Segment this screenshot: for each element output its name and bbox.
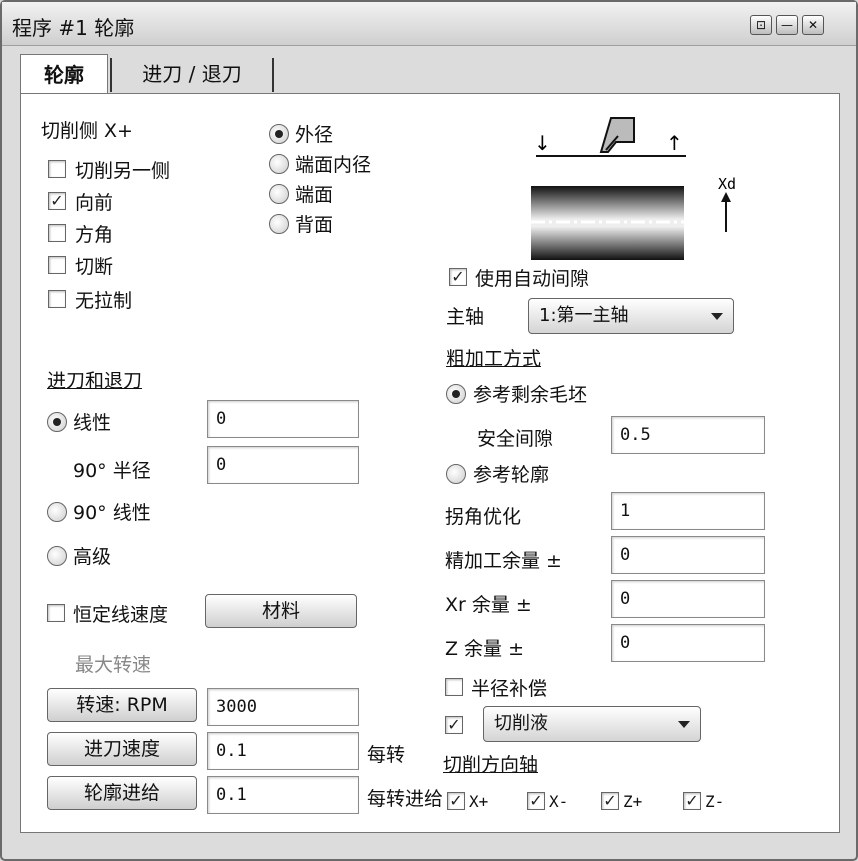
axis-xplus-label: X+ xyxy=(469,792,489,811)
face-radio[interactable] xyxy=(269,184,289,204)
axis-zminus-label: Z- xyxy=(705,792,725,811)
contour-feed-input[interactable]: 0.1 xyxy=(207,776,359,814)
corner-opt-label: 拐角优化 xyxy=(445,506,522,528)
feed-rate-button[interactable]: 进刀速度 xyxy=(47,732,197,766)
forward-checkbox[interactable]: ✓ xyxy=(48,192,66,210)
xr-allow-label: Xr 余量 ± xyxy=(445,594,532,616)
linear-90-radio[interactable] xyxy=(47,502,67,522)
z-allow-label: Z 余量 ± xyxy=(445,638,525,660)
face-inner-label: 端面内径 xyxy=(295,154,372,176)
radius-input[interactable]: 0 xyxy=(207,446,359,484)
const-speed-label: 恒定线速度 xyxy=(73,604,169,626)
axis-xminus-checkbox[interactable]: ✓ xyxy=(527,792,545,810)
close-button[interactable]: ✕ xyxy=(802,15,824,35)
linear-90-label: 90° 线性 xyxy=(73,502,151,524)
contour-feed-unit: 每转进给 xyxy=(367,788,444,810)
xd-arrowhead-icon xyxy=(721,192,731,202)
z-allow-input[interactable]: 0 xyxy=(611,624,765,662)
radius-comp-checkbox[interactable] xyxy=(445,678,463,696)
speed-input[interactable]: 3000 xyxy=(207,688,359,726)
chevron-down-icon xyxy=(711,313,723,320)
axis-zplus-label: Z+ xyxy=(623,792,643,811)
arrow-up-icon: ↑ xyxy=(666,131,683,155)
contour-ref-label: 参考轮廓 xyxy=(473,464,550,486)
tab-separator xyxy=(272,58,274,92)
axis-xminus-label: X- xyxy=(549,792,569,811)
contour-ref-radio[interactable] xyxy=(446,464,466,484)
auto-gap-checkbox[interactable]: ✓ xyxy=(449,268,467,286)
linear-label: 线性 xyxy=(73,412,112,434)
corner-opt-input[interactable]: 1 xyxy=(611,492,765,530)
cut-other-side-label: 切削另一侧 xyxy=(75,160,171,182)
spindle-select[interactable]: 1:第一主轴 xyxy=(528,298,734,334)
xd-axis-label: Xd xyxy=(718,175,736,193)
lead-in-out-heading: 进刀和退刀 xyxy=(47,370,143,392)
pin-button[interactable]: ⊡ xyxy=(750,15,772,35)
tool-path-diagram: ↓ ↑ Xd xyxy=(531,117,736,260)
auto-gap-label: 使用自动间隙 xyxy=(475,268,590,290)
window-title: 程序 #1 轮廓 xyxy=(12,16,135,40)
radius-90-label: 90° 半径 xyxy=(73,460,151,482)
tool-insert-icon xyxy=(599,117,635,153)
outer-diameter-label: 外径 xyxy=(295,124,334,146)
speed-rpm-button[interactable]: 转速: RPM xyxy=(47,688,197,722)
title-bar: 程序 #1 轮廓 ⊡ — ✕ xyxy=(2,2,856,46)
feed-rate-unit: 每转 xyxy=(367,744,406,766)
stock-ref-label: 参考剩余毛坯 xyxy=(473,384,588,406)
back-face-radio[interactable] xyxy=(269,214,289,234)
cut-side-label: 切削侧 X+ xyxy=(41,120,133,142)
tab-lead-in-out[interactable]: 进刀 / 退刀 xyxy=(112,54,272,94)
face-inner-radio[interactable] xyxy=(269,154,289,174)
no-pull-checkbox[interactable] xyxy=(48,290,66,308)
dialog-window: 程序 #1 轮廓 ⊡ — ✕ 轮廓 进刀 / 退刀 切削侧 X+ 切削另一侧 ✓… xyxy=(0,0,858,861)
square-corner-checkbox[interactable] xyxy=(48,224,66,242)
minimize-button[interactable]: — xyxy=(776,15,798,35)
cut-other-side-checkbox[interactable] xyxy=(48,160,66,178)
finish-allow-input[interactable]: 0 xyxy=(611,536,765,574)
spindle-label: 主轴 xyxy=(446,306,485,328)
material-button[interactable]: 材料 xyxy=(205,594,357,628)
contour-feed-button[interactable]: 轮廓进给 xyxy=(47,776,197,810)
finish-allow-label: 精加工余量 ± xyxy=(445,550,562,572)
advanced-radio[interactable] xyxy=(47,546,67,566)
stock-ref-radio[interactable] xyxy=(446,384,466,404)
const-speed-checkbox[interactable] xyxy=(47,604,65,622)
safe-gap-label: 安全间隙 xyxy=(477,428,554,450)
parting-label: 切断 xyxy=(75,256,114,278)
arrow-down-icon: ↓ xyxy=(534,131,551,155)
tab-panel: 切削侧 X+ 切削另一侧 ✓ 向前 方角 切断 无拉制 外径 端面内径 端面 背… xyxy=(20,93,840,833)
coolant-select-value: 切削液 xyxy=(494,713,548,734)
no-pull-label: 无拉制 xyxy=(75,290,133,312)
parting-checkbox[interactable] xyxy=(48,256,66,274)
face-label: 端面 xyxy=(295,184,334,206)
safe-gap-input[interactable]: 0.5 xyxy=(611,416,765,454)
forward-label: 向前 xyxy=(75,192,114,214)
max-speed-label: 最大转速 xyxy=(75,654,152,676)
coolant-checkbox[interactable]: ✓ xyxy=(445,716,463,734)
spindle-select-value: 1:第一主轴 xyxy=(539,305,629,326)
outer-diameter-radio[interactable] xyxy=(269,124,289,144)
axis-xplus-checkbox[interactable]: ✓ xyxy=(447,792,465,810)
chevron-down-icon xyxy=(678,721,690,728)
axis-zplus-checkbox[interactable]: ✓ xyxy=(601,792,619,810)
radius-comp-label: 半径补偿 xyxy=(471,678,548,700)
linear-input[interactable]: 0 xyxy=(207,400,359,438)
axis-zminus-checkbox[interactable]: ✓ xyxy=(683,792,701,810)
linear-radio[interactable] xyxy=(47,412,67,432)
roughing-heading: 粗加工方式 xyxy=(446,348,542,370)
coolant-select[interactable]: 切削液 xyxy=(483,706,701,742)
cut-axis-heading: 切削方向轴 xyxy=(443,754,539,776)
feed-rate-input[interactable]: 0.1 xyxy=(207,732,359,770)
tab-contour[interactable]: 轮廓 xyxy=(20,54,108,94)
advanced-label: 高级 xyxy=(73,546,112,568)
xr-allow-input[interactable]: 0 xyxy=(611,580,765,618)
square-corner-label: 方角 xyxy=(75,224,114,246)
back-face-label: 背面 xyxy=(295,214,334,236)
